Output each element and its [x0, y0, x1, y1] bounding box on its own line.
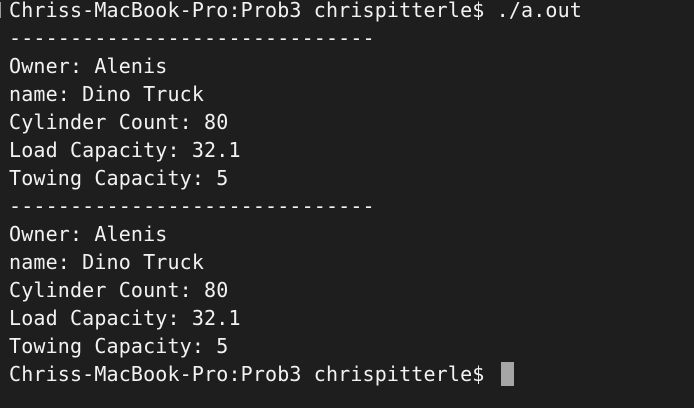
- terminal-window[interactable]: Chriss-MacBook-Pro:Prob3 chrispitterle$ …: [0, 0, 694, 408]
- cylinder-count-line: Cylinder Count: 80: [9, 278, 229, 302]
- prompt-line[interactable]: Chriss-MacBook-Pro:Prob3 chrispitterle$: [9, 360, 582, 388]
- command-line: Chriss-MacBook-Pro:Prob3 chrispitterle$ …: [9, 0, 582, 22]
- shell-prompt: Chriss-MacBook-Pro:Prob3 chrispitterle$: [9, 362, 497, 386]
- towing-capacity-line: Towing Capacity: 5: [9, 334, 229, 358]
- owner-line: Owner: Alenis: [9, 54, 168, 78]
- cylinder-count-line: Cylinder Count: 80: [9, 110, 229, 134]
- separator-line: ------------------------------: [9, 26, 375, 50]
- load-capacity-line: Load Capacity: 32.1: [9, 138, 241, 162]
- scroll-marker: [0, 2, 5, 18]
- text-cursor[interactable]: [500, 362, 514, 386]
- separator-line: ------------------------------: [9, 194, 375, 218]
- load-capacity-line: Load Capacity: 32.1: [9, 306, 241, 330]
- owner-line: Owner: Alenis: [9, 222, 168, 246]
- name-line: name: Dino Truck: [9, 250, 205, 274]
- towing-capacity-line: Towing Capacity: 5: [9, 166, 229, 190]
- name-line: name: Dino Truck: [9, 82, 205, 106]
- terminal-output: Chriss-MacBook-Pro:Prob3 chrispitterle$ …: [9, 0, 582, 388]
